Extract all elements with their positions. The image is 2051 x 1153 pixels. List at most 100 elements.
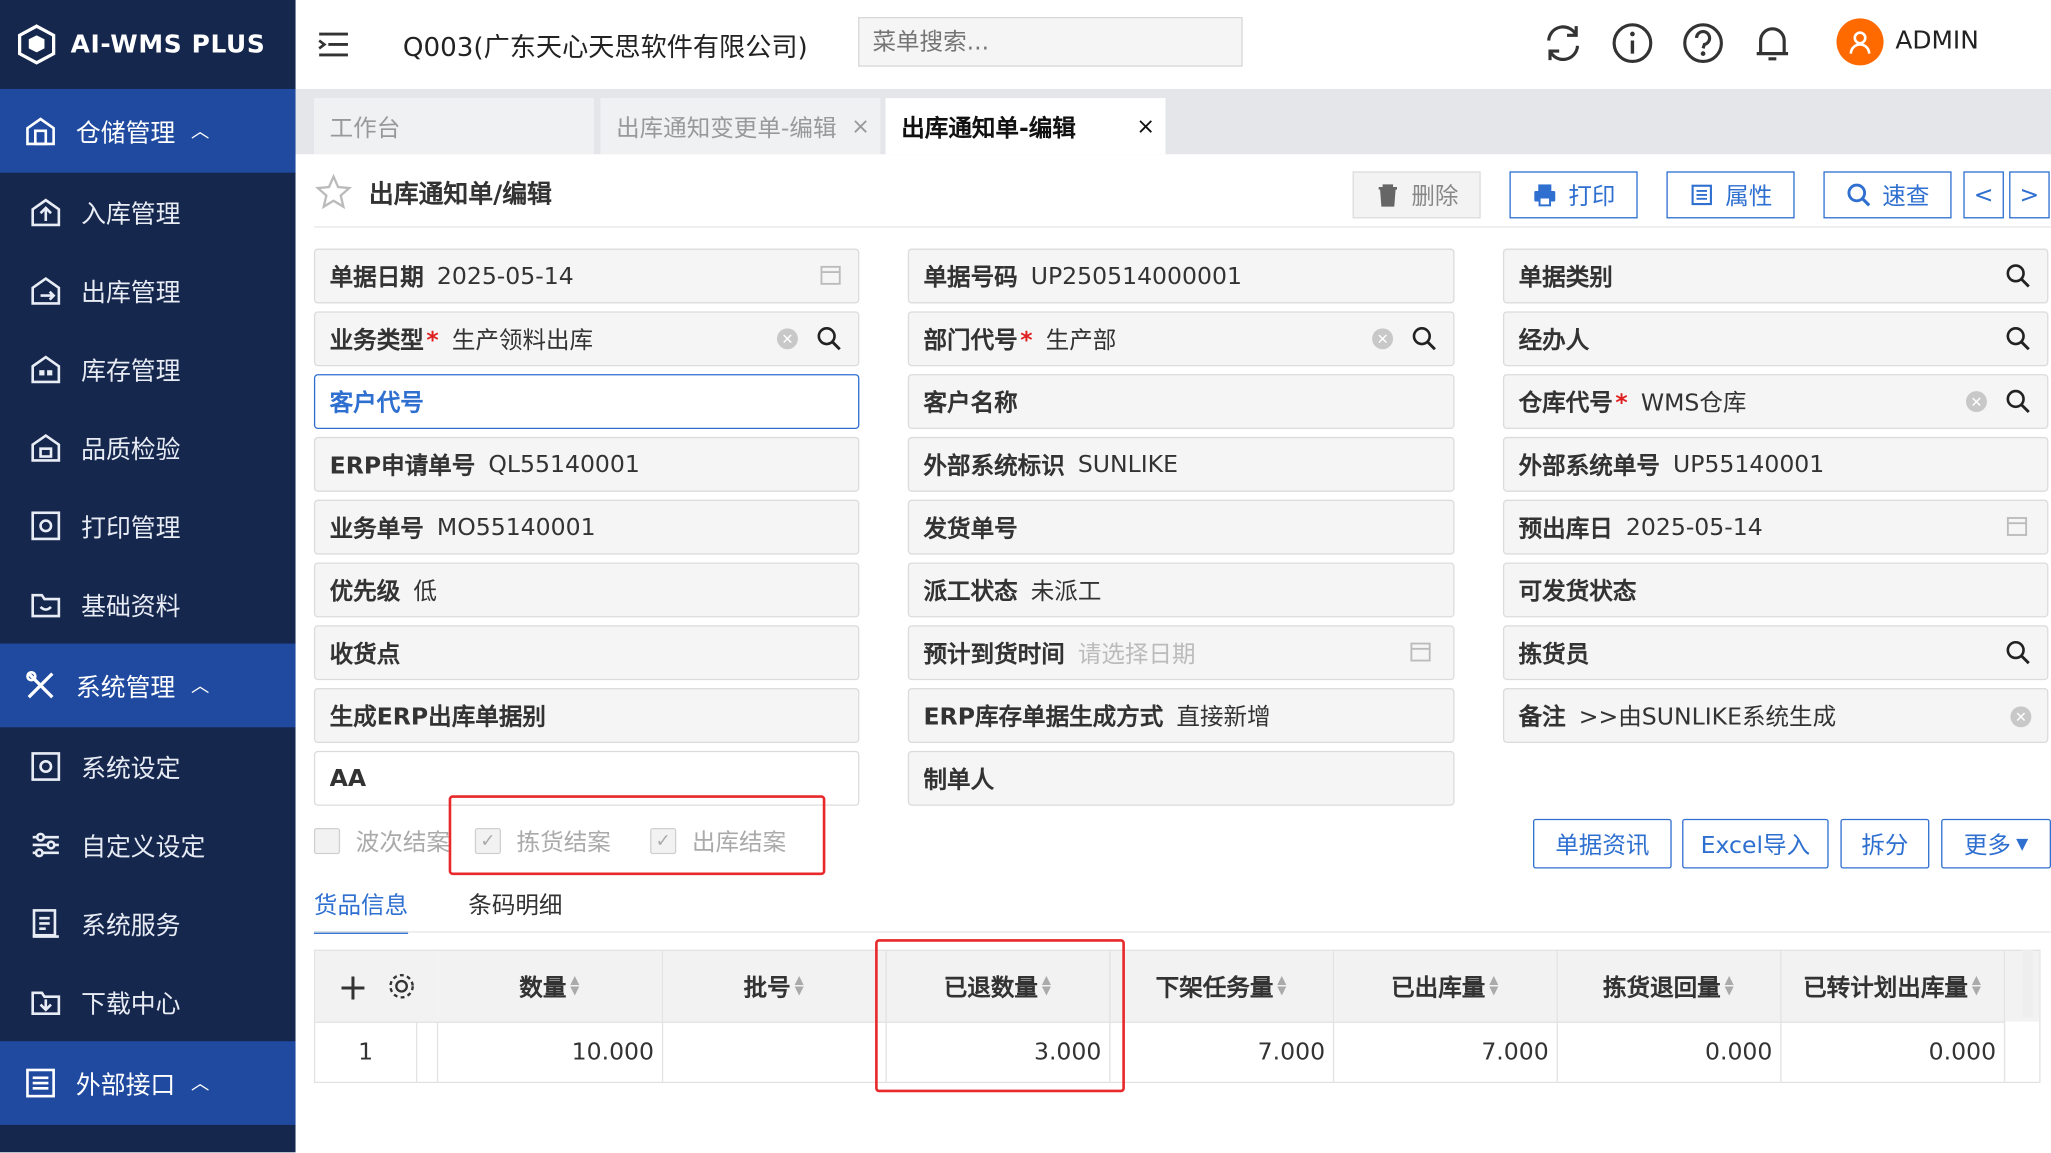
search-icon[interactable] [1411,326,1437,359]
sidebar-item-inventory[interactable]: 库存管理 [0,330,296,408]
table-cell[interactable]: 7.000 [1334,1021,1558,1082]
table-cell[interactable] [663,1021,887,1082]
dispatch-status-field[interactable]: 派工状态 未派工 [907,562,1455,618]
close-icon[interactable]: × [851,113,870,139]
sort-icon[interactable]: ▲ ▼ [795,975,805,997]
search-icon[interactable] [2005,263,2031,296]
sidebar-group-system[interactable]: 系统管理 ︿ [0,643,296,728]
split-button[interactable]: 拆分 [1840,818,1930,869]
excel-import-button[interactable]: Excel导入 [1682,818,1829,869]
table-cell[interactable]: 0.000 [1557,1021,1782,1082]
receiving-point-field[interactable]: 收货点 [313,625,860,681]
tab-goods-info[interactable]: 货品信息 [313,887,409,934]
sidebar-item-quality[interactable]: 品质检验 [0,408,296,486]
clear-icon[interactable]: ✕ [2010,706,2032,728]
search-icon[interactable] [2005,388,2031,421]
doc-number-field[interactable]: 单据号码 UP250514000001 [907,248,1455,304]
add-row-icon[interactable]: + [338,965,369,1008]
business-no-field[interactable]: 业务单号 MO55140001 [313,499,860,555]
sidebar-item-basic-data[interactable]: 基础资料 [0,565,296,643]
gear-icon[interactable] [387,972,416,1001]
sidebar-item-outbound[interactable]: 出库管理 [0,251,296,329]
business-type-field[interactable]: 业务类型 * 生产领料出库 ✕ [313,311,860,367]
column-header-shipped-qty[interactable]: 已出库量 ▲ ▼ [1334,950,1558,1022]
column-header-batch[interactable]: 批号 ▲ ▼ [663,950,887,1022]
calendar-icon[interactable] [1409,640,1433,670]
doc-info-button[interactable]: 单据资讯 [1533,818,1672,869]
table-cell[interactable]: 10.000 [438,1021,664,1082]
bell-icon[interactable] [1750,21,1794,65]
column-header-planned-outbound-qty[interactable]: 已转计划出库量 ▲ ▼ [1781,950,2006,1022]
column-header-pick-return-qty[interactable]: 拣货退回量 ▲ ▼ [1557,950,1782,1022]
tab-barcode-detail[interactable]: 条码明细 [468,887,562,921]
customer-name-field[interactable]: 客户名称 [907,374,1455,430]
expected-arrival-field[interactable]: 预计到货时间 请选择日期 [907,625,1455,681]
menu-search-input[interactable] [858,17,1243,67]
department-code-field[interactable]: 部门代号 * 生产部 ✕ [907,311,1455,367]
search-icon[interactable] [2005,640,2031,673]
calendar-icon[interactable] [819,263,843,293]
checkbox-box[interactable] [313,827,341,855]
table-cell[interactable]: 7.000 [1110,1021,1335,1082]
more-button[interactable]: 更多 ▼ [1941,818,2051,869]
sort-icon[interactable]: ▲ ▼ [1277,975,1287,997]
avatar[interactable] [1836,18,1884,66]
sidebar-item-system-settings[interactable]: 系统设定 [0,727,296,805]
column-header-unshelve-task-qty[interactable]: 下架任务量 ▲ ▼ [1110,950,1335,1022]
warehouse-code-field[interactable]: 仓库代号 * WMS仓库 ✕ [1502,374,2049,430]
table-cell[interactable]: 0.000 [1781,1021,2006,1082]
delete-button[interactable]: 删除 [1352,171,1481,219]
erp-request-no-field[interactable]: ERP申请单号 QL55140001 [313,436,860,492]
scrollbar[interactable] [2022,949,2033,1018]
sidebar-group-warehouse[interactable]: 仓储管理 ︿ [0,88,296,173]
close-icon[interactable]: × [1136,113,1155,139]
menu-toggle-icon[interactable] [317,30,351,59]
customer-code-field[interactable]: 客户代号 [313,374,860,430]
clear-icon[interactable]: ✕ [776,328,798,350]
sidebar-item-inbound[interactable]: 入库管理 [0,173,296,251]
sidebar-item-custom-settings[interactable]: 自定义设定 [0,806,296,884]
clear-icon[interactable]: ✕ [1372,328,1394,350]
help-icon[interactable] [1681,21,1725,65]
sidebar-item-system-service[interactable]: 系统服务 [0,884,296,962]
handler-field[interactable]: 经办人 [1502,311,2049,367]
sidebar-item-print[interactable]: 打印管理 [0,487,296,565]
tab-workbench[interactable]: 工作台 [313,98,594,155]
next-record-button[interactable]: > [2009,171,2050,219]
sidebar-item-download-center[interactable]: 下载中心 [0,963,296,1041]
erp-stock-doc-mode-field[interactable]: ERP库存单据生成方式 直接新增 [907,688,1455,743]
wave-closed-checkbox[interactable]: 波次结案 [313,824,450,858]
priority-field[interactable]: 优先级 低 [313,562,860,618]
quick-query-button[interactable]: 速查 [1823,171,1952,219]
doc-category-field[interactable]: 单据类别 [1502,248,2049,304]
erp-outbound-doc-type-field[interactable]: 生成ERP出库单据别 [313,688,860,743]
external-system-no-field[interactable]: 外部系统单号 UP55140001 [1502,436,2049,492]
tab-outbound-notice-edit[interactable]: 出库通知单-编辑 × [885,98,1166,155]
column-header-qty[interactable]: 数量 ▲ ▼ [438,950,664,1022]
sidebar-group-external[interactable]: 外部接口 ︿ [0,1041,296,1125]
doc-date-field[interactable]: 单据日期 2025-05-14 [313,248,860,304]
clear-icon[interactable]: ✕ [1965,391,1987,413]
username[interactable]: ADMIN [1895,26,1979,55]
calendar-icon[interactable] [2005,514,2029,544]
star-icon[interactable] [314,173,353,212]
planned-outbound-date-field[interactable]: 预出库日 2025-05-14 [1502,499,2049,555]
search-icon[interactable] [2005,326,2031,359]
properties-button[interactable]: 属性 [1666,171,1795,219]
shipment-no-field[interactable]: 发货单号 [907,499,1455,555]
info-icon[interactable] [1610,21,1654,65]
refresh-icon[interactable] [1541,21,1585,65]
sort-icon[interactable]: ▲ ▼ [1972,975,1982,997]
prev-record-button[interactable]: < [1963,171,2004,219]
remark-field[interactable]: 备注 >>由SUNLIKE系统生成 ✕ [1502,688,2049,743]
sort-icon[interactable]: ▲ ▼ [570,975,580,997]
tab-outbound-change-edit[interactable]: 出库通知变更单-编辑 × [600,98,881,155]
sort-icon[interactable]: ▲ ▼ [1725,975,1735,997]
sort-icon[interactable]: ▲ ▼ [1489,975,1499,997]
external-system-id-field[interactable]: 外部系统标识 SUNLIKE [907,436,1455,492]
picker-field[interactable]: 拣货员 [1502,625,2049,681]
search-icon[interactable] [816,326,842,359]
creator-field[interactable]: 制单人 [907,750,1455,806]
shippable-status-field[interactable]: 可发货状态 [1502,562,2049,618]
print-button[interactable]: 打印 [1509,171,1638,219]
